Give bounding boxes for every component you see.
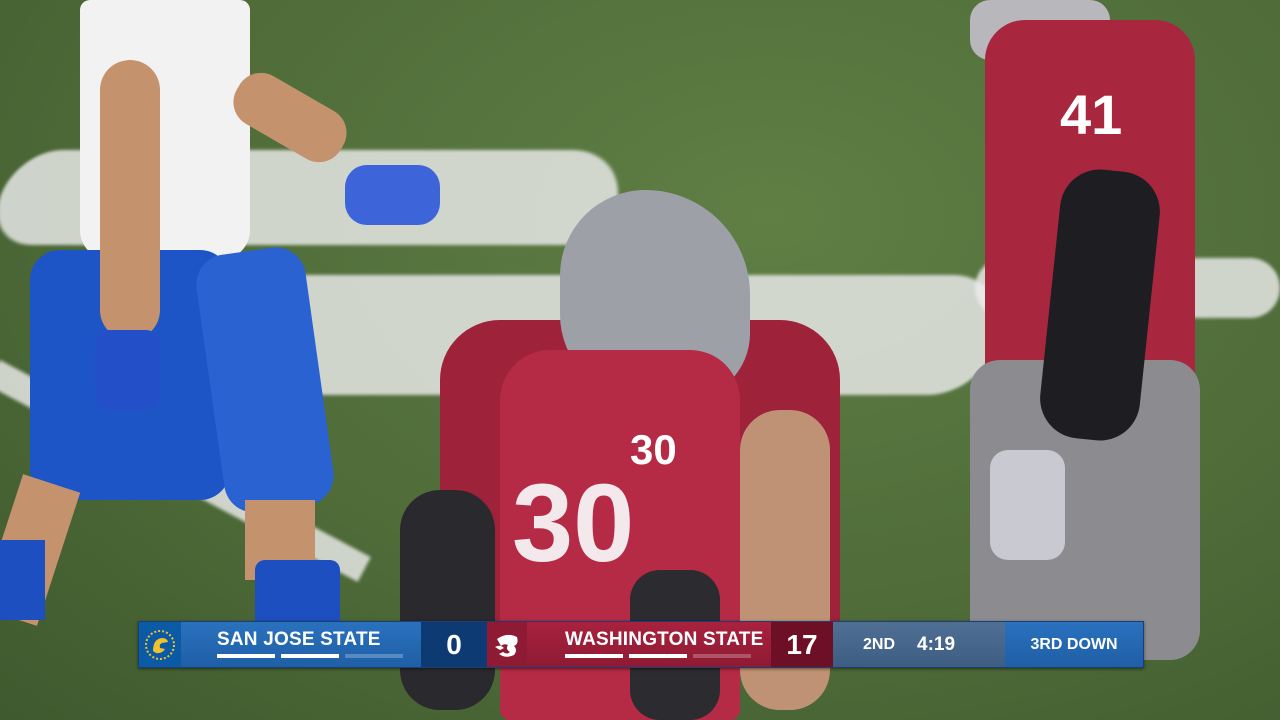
jersey-number-30: 30 — [630, 426, 677, 473]
down-label: 3RD DOWN — [1030, 635, 1118, 653]
away-timeout-1 — [217, 654, 275, 658]
spartan-head-icon — [145, 629, 175, 660]
home-timeout-2 — [629, 654, 687, 658]
home-logo — [487, 622, 527, 667]
away-score-panel: 0 — [421, 622, 487, 667]
cougar-logo-icon — [495, 634, 518, 657]
home-team-panel: WASHINGTON STATE — [527, 622, 771, 667]
away-team-panel: SAN JOSE STATE — [181, 622, 421, 667]
home-timeout-3 — [693, 654, 751, 658]
away-timeout-2 — [281, 654, 339, 658]
home-timeout-1 — [565, 654, 623, 658]
jersey-number-41: 41 — [1060, 83, 1123, 146]
score-bug: SAN JOSE STATE 0 WASHINGTON STATE 17 2ND… — [138, 621, 1144, 668]
player-sjsu — [0, 0, 450, 720]
game-clock: 4:19 — [917, 633, 956, 655]
home-score-panel: 17 — [771, 622, 833, 667]
home-team-name: WASHINGTON STATE — [565, 628, 764, 650]
home-score: 17 — [786, 628, 818, 660]
away-logo — [139, 622, 181, 667]
away-timeout-3 — [345, 654, 403, 658]
down-panel: 3RD DOWN — [1005, 622, 1143, 667]
away-team-name: SAN JOSE STATE — [217, 628, 381, 650]
away-score: 0 — [446, 628, 462, 660]
period-label: 2ND — [863, 635, 896, 653]
jersey-number-30-front: 30 — [512, 462, 635, 585]
football-field-scene: 41 30 30 — [0, 0, 1280, 720]
game-clock-panel: 2ND 4:19 — [833, 622, 1005, 667]
player-wsu-41: 41 — [960, 0, 1220, 720]
